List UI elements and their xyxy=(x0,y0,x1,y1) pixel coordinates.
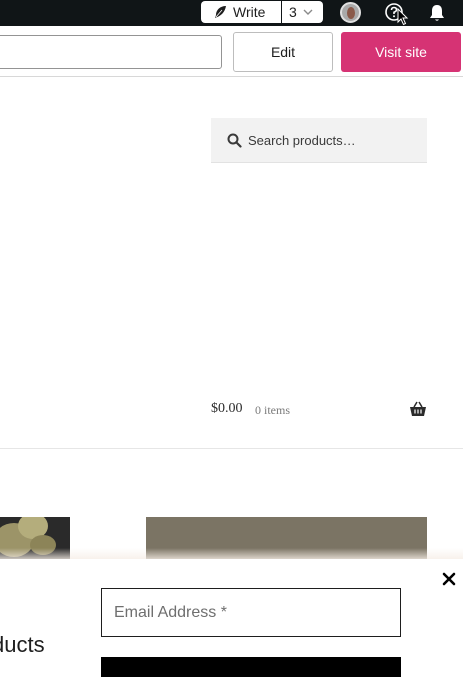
cart-item-count[interactable]: 0 items xyxy=(255,403,290,418)
write-label: Write xyxy=(233,4,266,20)
search-placeholder: Search products… xyxy=(248,132,356,148)
cursor-icon xyxy=(397,8,409,26)
subscribe-button[interactable] xyxy=(101,657,401,677)
product-search[interactable]: Search products… xyxy=(211,118,427,163)
divider xyxy=(0,76,463,77)
count-dropdown[interactable]: 3 xyxy=(282,1,323,23)
admin-bar: Write 3 xyxy=(0,0,463,26)
site-address-field[interactable] xyxy=(0,35,222,69)
popup-heading: ducts xyxy=(0,632,45,657)
header-divider xyxy=(0,448,463,449)
bell-icon[interactable] xyxy=(428,3,446,23)
chevron-down-icon xyxy=(303,9,313,15)
basket-icon[interactable] xyxy=(409,401,427,417)
write-button[interactable]: Write xyxy=(201,1,281,23)
email-field[interactable]: Email Address * xyxy=(101,588,401,637)
search-icon xyxy=(227,133,242,148)
close-icon[interactable] xyxy=(442,572,456,586)
count-label: 3 xyxy=(289,4,297,20)
avatar-face xyxy=(347,7,355,19)
edit-button[interactable]: Edit xyxy=(233,32,333,72)
visit-site-button[interactable]: Visit site xyxy=(341,32,461,72)
cart-amount[interactable]: $0.00 xyxy=(211,401,243,417)
feather-icon xyxy=(215,6,226,18)
avatar[interactable] xyxy=(340,2,361,23)
